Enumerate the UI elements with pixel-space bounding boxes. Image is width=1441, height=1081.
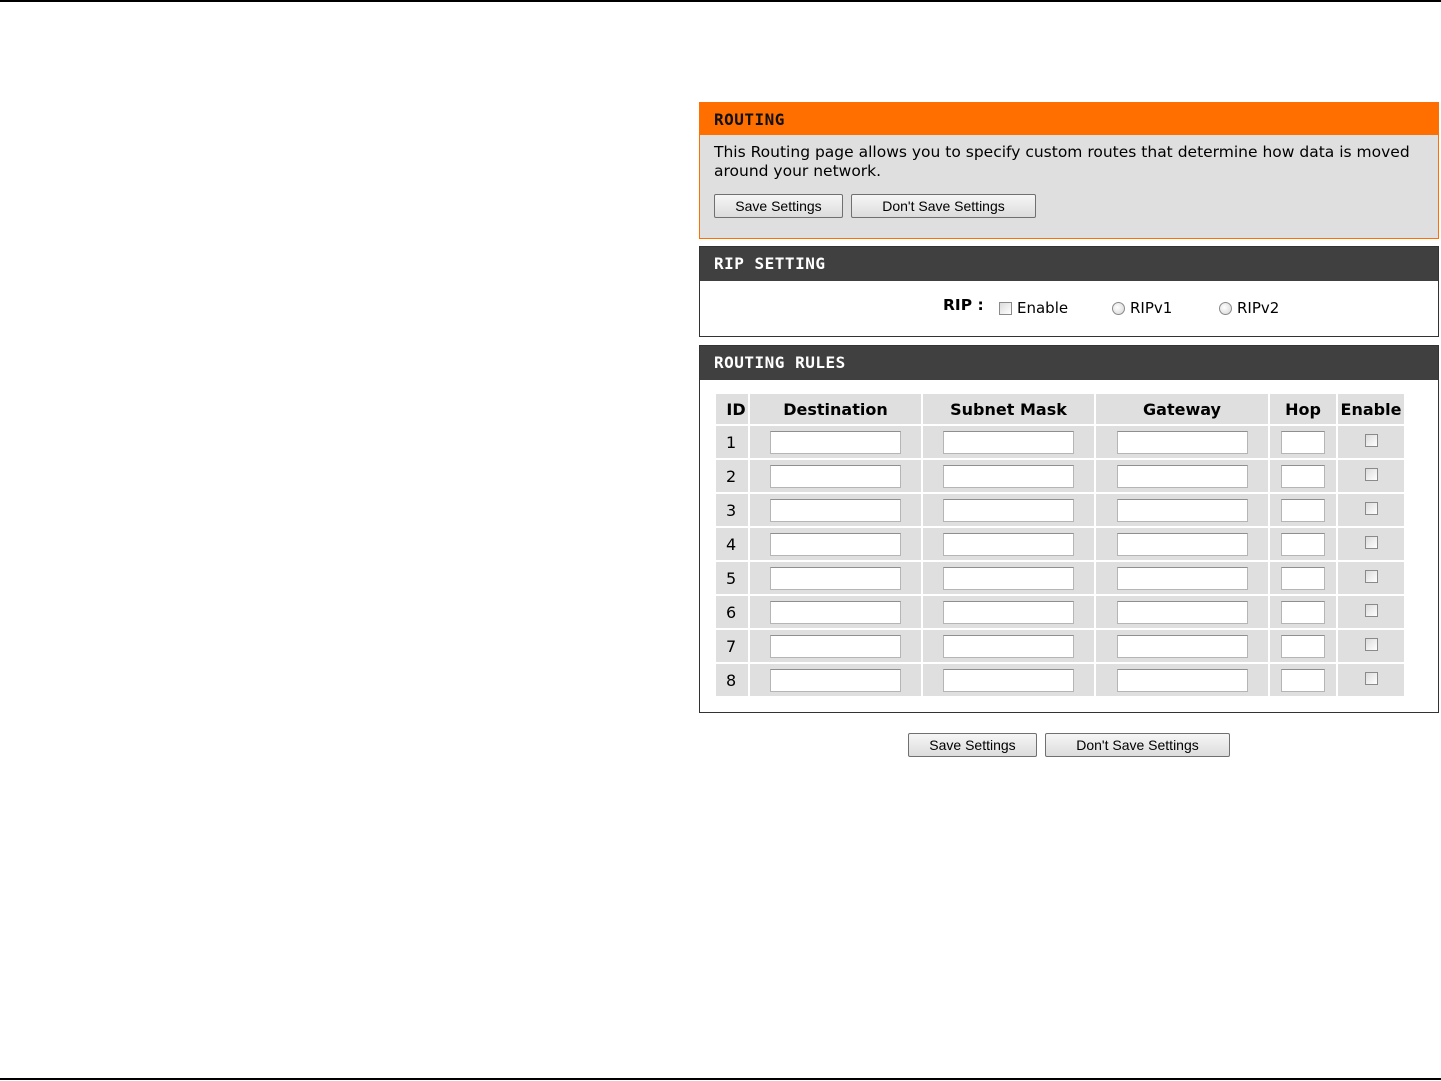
- table-row: 3: [716, 494, 1404, 526]
- table-row: 7: [716, 630, 1404, 662]
- enable-checkbox[interactable]: [1364, 672, 1378, 685]
- header-hop: Hop: [1270, 394, 1336, 424]
- gateway-input[interactable]: [1116, 634, 1248, 658]
- ripv1-option: RIPv1: [1112, 299, 1172, 317]
- row-id: 4: [716, 528, 748, 560]
- enable-checkbox[interactable]: [1364, 638, 1378, 651]
- ripv1-label: RIPv1: [1130, 299, 1173, 317]
- rip-enable-label: Enable: [1017, 299, 1069, 317]
- routing-panel-title: ROUTING: [700, 103, 1438, 135]
- gateway-input[interactable]: [1116, 668, 1248, 692]
- header-id: ID: [716, 394, 748, 424]
- hop-input[interactable]: [1281, 668, 1325, 692]
- hop-input[interactable]: [1281, 498, 1325, 522]
- rip-options-row: RIP : Enable RIPv1 RIPv2: [700, 296, 1438, 318]
- subnet-mask-input[interactable]: [943, 600, 1074, 624]
- subnet-mask-input[interactable]: [943, 498, 1074, 522]
- subnet-mask-input[interactable]: [943, 634, 1074, 658]
- destination-input[interactable]: [770, 430, 901, 454]
- save-settings-button-bottom[interactable]: Save Settings: [908, 733, 1037, 757]
- top-border-line: [0, 0, 1441, 2]
- rip-setting-title: RIP SETTING: [700, 247, 1438, 281]
- enable-checkbox[interactable]: [1364, 604, 1378, 617]
- destination-input[interactable]: [770, 566, 901, 590]
- hop-input[interactable]: [1281, 532, 1325, 556]
- bottom-button-row: Save Settings Don't Save Settings: [908, 733, 1230, 757]
- enable-checkbox[interactable]: [1364, 570, 1378, 583]
- enable-checkbox[interactable]: [1364, 468, 1378, 481]
- gateway-input[interactable]: [1116, 566, 1248, 590]
- table-row: 4: [716, 528, 1404, 560]
- gateway-input[interactable]: [1116, 430, 1248, 454]
- subnet-mask-input[interactable]: [943, 430, 1074, 454]
- hop-input[interactable]: [1281, 464, 1325, 488]
- bottom-border-line: [0, 1078, 1441, 1080]
- hop-input[interactable]: [1281, 566, 1325, 590]
- enable-checkbox[interactable]: [1364, 502, 1378, 515]
- table-row: 6: [716, 596, 1404, 628]
- routing-rules-title: ROUTING RULES: [700, 346, 1438, 380]
- ripv2-radio[interactable]: [1219, 301, 1232, 315]
- dont-save-settings-button-bottom[interactable]: Don't Save Settings: [1045, 733, 1230, 757]
- hop-input[interactable]: [1281, 600, 1325, 624]
- save-settings-button-top[interactable]: Save Settings: [714, 194, 843, 218]
- routing-rules-panel: ROUTING RULES ID Destination Subnet Mask…: [699, 345, 1439, 713]
- gateway-input[interactable]: [1116, 464, 1248, 488]
- hop-input[interactable]: [1281, 634, 1325, 658]
- header-subnet-mask: Subnet Mask: [923, 394, 1094, 424]
- table-row: 8: [716, 664, 1404, 696]
- subnet-mask-input[interactable]: [943, 532, 1074, 556]
- destination-input[interactable]: [770, 600, 901, 624]
- rip-label: RIP :: [943, 296, 984, 314]
- gateway-input[interactable]: [1116, 498, 1248, 522]
- ripv2-option: RIPv2: [1219, 299, 1279, 317]
- header-enable: Enable: [1338, 394, 1404, 424]
- routing-rules-table: ID Destination Subnet Mask Gateway Hop E…: [714, 392, 1406, 698]
- hop-input[interactable]: [1281, 430, 1325, 454]
- destination-input[interactable]: [770, 498, 901, 522]
- header-gateway: Gateway: [1096, 394, 1268, 424]
- rip-enable-option: Enable: [999, 299, 1068, 317]
- gateway-input[interactable]: [1116, 532, 1248, 556]
- gateway-input[interactable]: [1116, 600, 1248, 624]
- table-row: 1: [716, 426, 1404, 458]
- table-row: 5: [716, 562, 1404, 594]
- rip-enable-checkbox[interactable]: [999, 301, 1012, 315]
- destination-input[interactable]: [770, 532, 901, 556]
- routing-description: This Routing page allows you to specify …: [714, 143, 1410, 180]
- subnet-mask-input[interactable]: [943, 464, 1074, 488]
- header-destination: Destination: [750, 394, 921, 424]
- enable-checkbox[interactable]: [1364, 434, 1378, 447]
- row-id: 6: [716, 596, 748, 628]
- enable-checkbox[interactable]: [1364, 536, 1378, 549]
- routing-button-row: Save Settings Don't Save Settings: [700, 194, 1438, 218]
- row-id: 2: [716, 460, 748, 492]
- ripv2-label: RIPv2: [1237, 299, 1280, 317]
- dont-save-settings-button-top[interactable]: Don't Save Settings: [851, 194, 1036, 218]
- table-row: 2: [716, 460, 1404, 492]
- subnet-mask-input[interactable]: [943, 668, 1074, 692]
- row-id: 5: [716, 562, 748, 594]
- row-id: 1: [716, 426, 748, 458]
- ripv1-radio[interactable]: [1112, 301, 1125, 315]
- row-id: 8: [716, 664, 748, 696]
- table-header-row: ID Destination Subnet Mask Gateway Hop E…: [716, 394, 1404, 424]
- row-id: 3: [716, 494, 748, 526]
- subnet-mask-input[interactable]: [943, 566, 1074, 590]
- row-id: 7: [716, 630, 748, 662]
- destination-input[interactable]: [770, 668, 901, 692]
- destination-input[interactable]: [770, 634, 901, 658]
- destination-input[interactable]: [770, 464, 901, 488]
- routing-panel: ROUTING This Routing page allows you to …: [699, 102, 1439, 239]
- rip-setting-panel: RIP SETTING RIP : Enable RIPv1 RIPv2: [699, 246, 1439, 337]
